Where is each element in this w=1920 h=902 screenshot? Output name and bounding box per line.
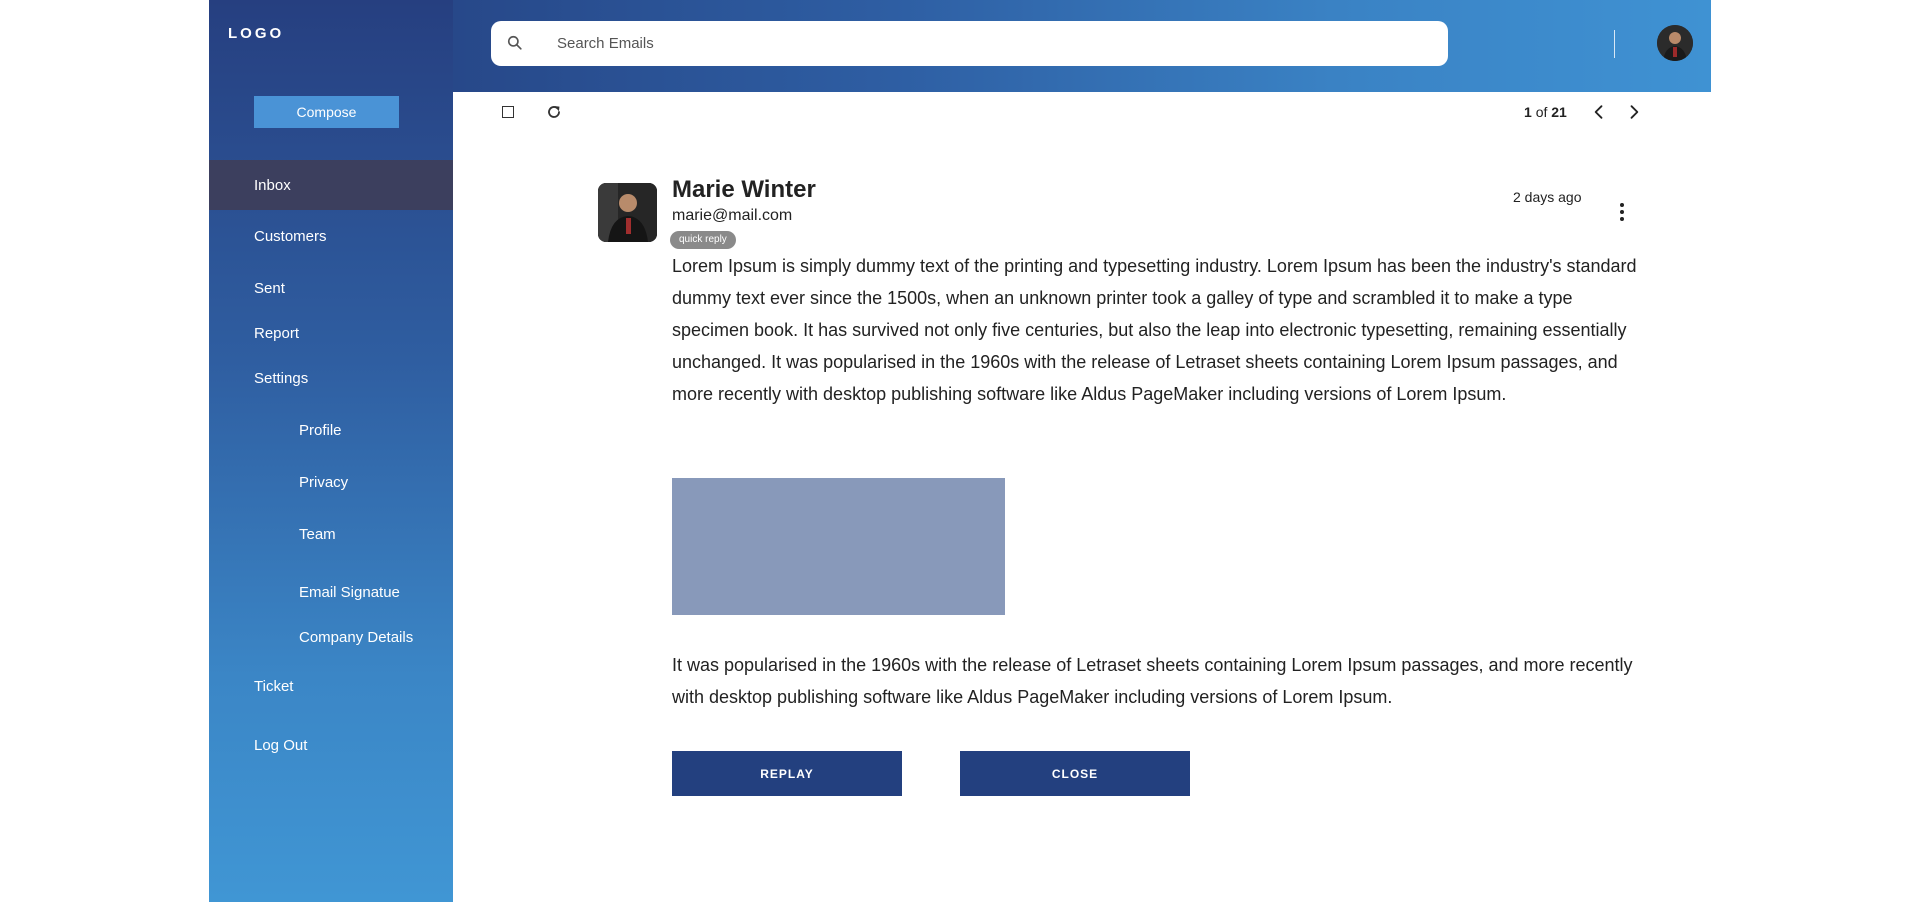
sender-email: marie@mail.com	[672, 207, 793, 224]
chevron-right-icon[interactable]	[1624, 102, 1644, 122]
sidebar-item-label: Email Signatue	[299, 583, 400, 601]
top-header	[453, 0, 1711, 92]
sidebar-item-label: Inbox	[254, 176, 291, 194]
search-bar[interactable]	[491, 21, 1448, 66]
sidebar-item-label: Company Details	[299, 628, 414, 646]
sidebar-item-label: Report	[254, 324, 300, 342]
page-total: 21	[1551, 104, 1567, 120]
user-avatar-icon	[1657, 25, 1693, 61]
page-of: of	[1535, 104, 1548, 120]
quick-reply-badge[interactable]: quick reply	[670, 231, 736, 249]
sidebar-item-label: Ticket	[254, 677, 294, 695]
sidebar-item-logout[interactable]: Log Out	[209, 720, 453, 770]
search-input[interactable]	[557, 21, 1417, 66]
sidebar-item-profile[interactable]: Profile	[209, 405, 453, 455]
email-app: LOGO Compose Inbox Customers Sent Report…	[0, 0, 1920, 902]
sidebar-item-ticket[interactable]: Ticket	[209, 661, 453, 711]
sender-avatar-icon	[598, 183, 657, 242]
header-divider	[1614, 30, 1615, 58]
sidebar-item-settings[interactable]: Settings	[209, 353, 453, 403]
sidebar-item-privacy[interactable]: Privacy	[209, 457, 453, 507]
sidebar-item-label: Sent	[254, 279, 285, 297]
more-vertical-icon[interactable]	[1612, 201, 1632, 223]
compose-button[interactable]: Compose	[254, 96, 399, 128]
refresh-icon[interactable]	[544, 102, 564, 122]
reply-button[interactable]: REPLAY	[672, 751, 902, 796]
search-icon[interactable]	[505, 33, 525, 53]
email-body-paragraph: It was popularised in the 1960s with the…	[672, 655, 1633, 707]
sidebar-item-label: Profile	[299, 421, 342, 439]
sidebar-item-team[interactable]: Team	[209, 509, 453, 559]
sidebar-item-customers[interactable]: Customers	[209, 211, 453, 261]
close-button[interactable]: CLOSE	[960, 751, 1190, 796]
sidebar: LOGO Compose Inbox Customers Sent Report…	[209, 0, 453, 902]
sidebar-item-company-details[interactable]: Company Details	[209, 612, 453, 662]
sidebar-item-label: Log Out	[254, 736, 308, 754]
email-timestamp: 2 days ago	[1513, 189, 1582, 205]
pagination-label: 1 of 21	[1524, 104, 1567, 120]
sidebar-item-label: Privacy	[299, 473, 349, 491]
select-all-checkbox[interactable]	[502, 106, 514, 118]
sender-name: Marie Winter	[672, 176, 816, 203]
sidebar-item-label: Settings	[254, 369, 309, 387]
email-image-attachment[interactable]	[672, 478, 1005, 615]
sidebar-item-label: Team	[299, 525, 336, 543]
user-avatar[interactable]	[1657, 25, 1693, 61]
sender-avatar	[598, 183, 657, 242]
sidebar-item-email-signature[interactable]: Email Signatue	[209, 567, 453, 617]
page-current: 1	[1524, 104, 1532, 120]
sidebar-item-report[interactable]: Report	[209, 308, 453, 358]
sidebar-item-sent[interactable]: Sent	[209, 263, 453, 313]
sidebar-item-label: Customers	[254, 227, 327, 245]
logo: LOGO	[228, 25, 285, 42]
sidebar-item-inbox[interactable]: Inbox	[209, 160, 453, 210]
chevron-left-icon[interactable]	[1589, 102, 1609, 122]
email-body-paragraph: Lorem Ipsum is simply dummy text of the …	[672, 256, 1637, 404]
